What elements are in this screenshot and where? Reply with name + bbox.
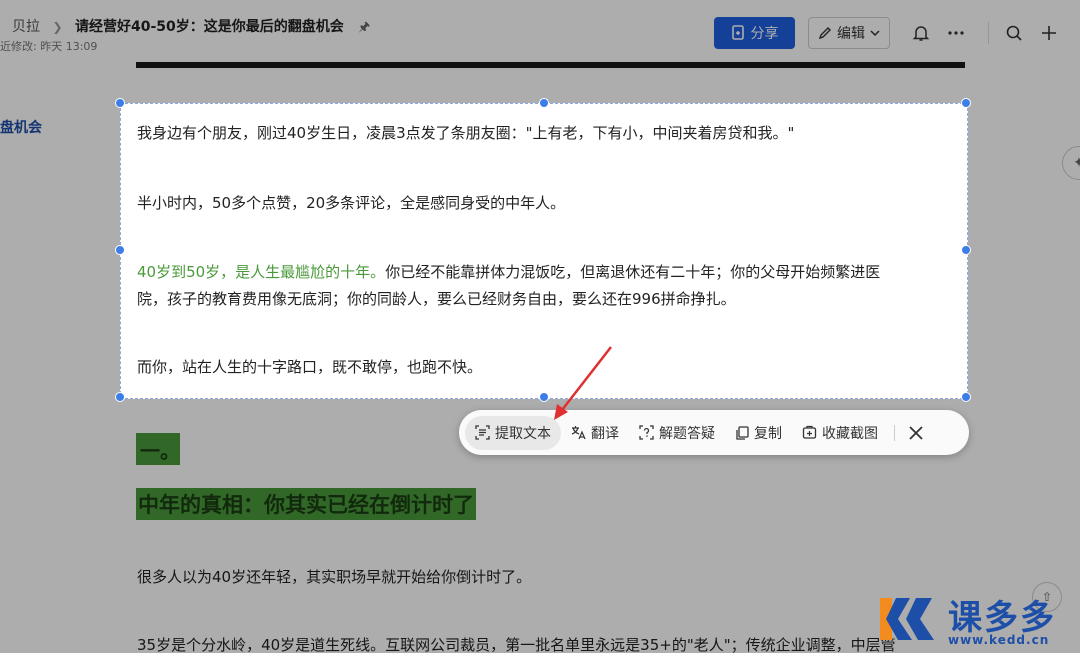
divider	[894, 424, 895, 441]
tool-label: 复制	[754, 425, 782, 442]
tool-label: 提取文本	[495, 425, 551, 442]
translate-button[interactable]: 翻译	[561, 416, 629, 450]
resize-handle[interactable]	[961, 98, 971, 108]
selection-line: 院，孩子的教育费用像无底洞；你的同龄人，要么已经财务自由，要么还在996拼命挣扎…	[137, 290, 736, 308]
question-icon	[639, 425, 654, 440]
selection-line: 我身边有个朋友，刚过40岁生日，凌晨3点发了条朋友圈："上有老，下有小，中间夹着…	[137, 124, 795, 142]
extract-text-button[interactable]: 提取文本	[465, 415, 561, 450]
tool-label: 翻译	[591, 425, 619, 442]
capture-selection[interactable]: 我身边有个朋友，刚过40岁生日，凌晨3点发了条朋友圈："上有老，下有小，中间夹着…	[115, 98, 971, 402]
save-screenshot-button[interactable]: 收藏截图	[792, 416, 888, 450]
copy-button[interactable]: 复制	[725, 416, 792, 450]
resize-handle[interactable]	[961, 392, 971, 402]
solve-question-button[interactable]: 解题答疑	[629, 416, 725, 450]
selection-line: 而你，站在人生的十字路口，既不敢停，也跑不快。	[137, 358, 483, 376]
copy-icon	[736, 425, 749, 440]
resize-handle[interactable]	[539, 98, 549, 108]
scan-text-icon	[475, 425, 490, 440]
resize-handle[interactable]	[961, 245, 971, 255]
selection-line: 半小时内，50多个点赞，20多条评论，全是感同身受的中年人。	[137, 194, 566, 212]
close-icon[interactable]	[901, 418, 931, 448]
selection-line-rest: 你已经不能靠拼体力混饭吃，但离退休还有二十年；你的父母开始频繁进医	[385, 263, 881, 281]
tool-label: 收藏截图	[822, 425, 878, 442]
screenshot-toolbar: 提取文本 翻译 解题答疑 复制 收藏截图	[459, 410, 969, 455]
bookmark-icon	[802, 425, 817, 439]
watermark-brand: 课多多	[948, 598, 1056, 638]
tool-label: 解题答疑	[659, 425, 715, 442]
resize-handle[interactable]	[115, 98, 125, 108]
resize-handle[interactable]	[115, 392, 125, 402]
watermark-url: www.kedd.cn	[948, 633, 1050, 647]
resize-handle[interactable]	[539, 392, 549, 402]
selection-line: 40岁到50岁，是人生最尴尬的十年。你已经不能靠拼体力混饭吃，但离退休还有二十年…	[137, 261, 880, 282]
resize-handle[interactable]	[115, 245, 125, 255]
translate-icon	[571, 426, 586, 440]
highlighted-text: 40岁到50岁，是人生最尴尬的十年。	[137, 263, 386, 281]
